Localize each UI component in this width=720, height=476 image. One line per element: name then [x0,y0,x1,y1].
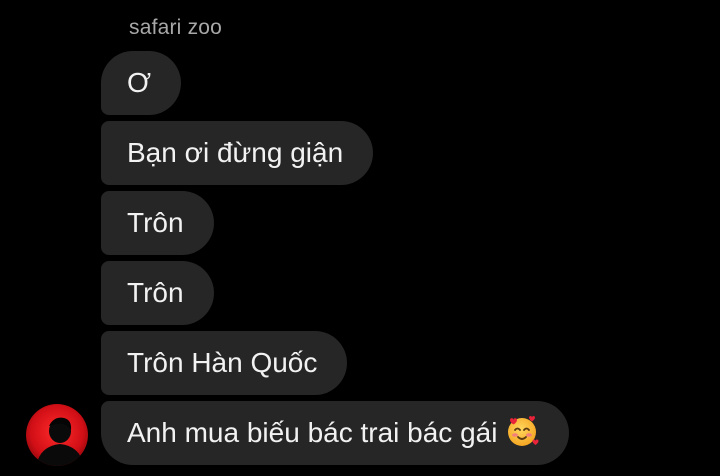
message-text: Anh mua biếu bác trai bác gái [127,417,498,448]
message-text: Bạn ơi đừng giận [127,137,344,168]
avatar[interactable] [26,404,88,466]
smiling-face-with-hearts-icon [505,407,539,446]
chat-thread: safari zoo Ơ Bạn ơi đừng giận Trôn Trôn … [0,0,720,476]
message-bubble[interactable]: Trôn Hàn Quốc [101,331,348,395]
message-text: Ơ [127,67,152,98]
profile-photo-icon [26,404,88,466]
message-bubble[interactable]: Trôn [101,191,214,255]
sender-name: safari zoo [129,16,223,39]
message-text: Trôn [127,207,184,238]
message-bubble[interactable]: Anh mua biếu bác trai bác gái [101,401,570,465]
message-bubble[interactable]: Ơ [101,51,182,115]
message-text: Trôn [127,277,184,308]
message-text: Trôn Hàn Quốc [127,347,318,378]
message-bubble[interactable]: Trôn [101,261,214,325]
message-bubble[interactable]: Bạn ơi đừng giận [101,121,374,185]
